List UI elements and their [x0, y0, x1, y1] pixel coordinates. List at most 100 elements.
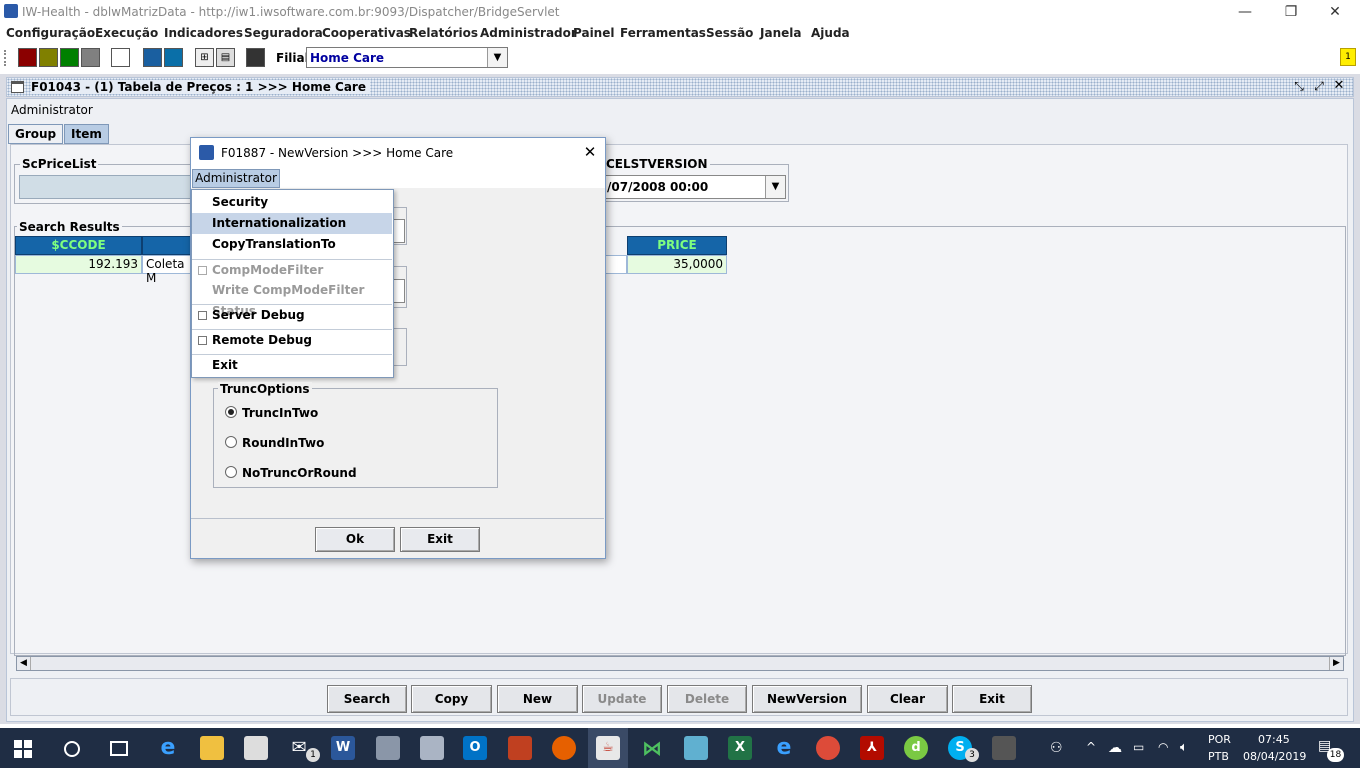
dialog-close-icon[interactable]: ✕ [581, 143, 599, 161]
chevron-up-icon[interactable]: ^ [1086, 740, 1096, 754]
column-header-price[interactable]: PRICE [627, 236, 727, 255]
keyboard-layout[interactable]: PTB [1208, 750, 1229, 763]
ie-icon[interactable]: e [772, 736, 796, 760]
task-view-icon[interactable] [110, 741, 128, 756]
tree-view-icon[interactable]: ⊞ [195, 48, 214, 67]
chevron-down-icon[interactable]: ▼ [487, 48, 507, 67]
dialog-field-1[interactable] [392, 207, 407, 245]
menu-execucao[interactable]: Execução [95, 26, 158, 40]
scroll-right-icon[interactable]: ▶ [1329, 657, 1343, 670]
people-icon[interactable]: ⚇ [1050, 740, 1063, 756]
visual-studio-icon[interactable]: ⋈ [640, 736, 664, 760]
color-swatch-darkred[interactable] [18, 48, 37, 67]
java-icon[interactable]: ☕ [596, 736, 620, 760]
menu-seguradora[interactable]: Seguradora [244, 26, 323, 40]
close-button[interactable]: ✕ [1312, 2, 1358, 22]
checkbox-icon[interactable] [198, 336, 207, 345]
column-header-code[interactable]: $CCODE [15, 236, 142, 255]
menu-painel[interactable]: Painel [573, 26, 614, 40]
color-swatch-blue[interactable] [143, 48, 162, 67]
exit-button[interactable]: Exit [952, 685, 1032, 713]
dialog-menu-administrator[interactable]: Administrator [192, 169, 280, 188]
dialog-exit-button[interactable]: Exit [400, 527, 480, 552]
chrome-icon[interactable] [816, 736, 840, 760]
menu-item-remote-debug[interactable]: Remote Debug [192, 329, 392, 350]
tab-item[interactable]: Item [64, 124, 109, 144]
battery-icon[interactable]: ▭ [1133, 740, 1144, 754]
language-indicator[interactable]: POR [1208, 733, 1231, 746]
dialog-field-2[interactable] [392, 266, 407, 308]
cell-code[interactable]: 192.193 [15, 255, 142, 274]
copy-button[interactable]: Copy [411, 685, 492, 713]
menu-item-exit[interactable]: Exit [192, 354, 392, 375]
menu-relatorios[interactable]: Relatórios [409, 26, 478, 40]
horizontal-scrollbar[interactable]: ◀ ▶ [16, 656, 1344, 671]
volume-icon[interactable]: 🔈︎ [1180, 740, 1188, 755]
radio-round-in-two[interactable] [225, 436, 237, 448]
color-swatch-green[interactable] [60, 48, 79, 67]
menu-item-internationalization[interactable]: Internationalization [192, 213, 392, 234]
radio-trunc-in-two[interactable] [225, 406, 237, 418]
color-swatch-black[interactable] [246, 48, 265, 67]
app-chart-icon[interactable] [508, 736, 532, 760]
delete-button[interactable]: Delete [667, 685, 747, 713]
app-tool-icon[interactable] [376, 736, 400, 760]
menu-janela[interactable]: Janela [760, 26, 801, 40]
color-swatch-gray[interactable] [81, 48, 100, 67]
menu-administrador[interactable]: Administrador [480, 26, 577, 40]
app-notes-icon[interactable] [684, 736, 708, 760]
file-explorer-icon[interactable] [200, 736, 224, 760]
scpricelist-field[interactable] [19, 175, 194, 199]
store-icon[interactable] [244, 736, 268, 760]
filial-select[interactable]: Home Care ▼ [306, 47, 508, 68]
color-swatch-olive[interactable] [39, 48, 58, 67]
frame-iconify-icon[interactable]: ⤡ [1291, 79, 1307, 95]
notification-badge[interactable]: 1 [1340, 48, 1356, 66]
update-button[interactable]: Update [582, 685, 662, 713]
clock-date[interactable]: 08/04/2019 [1243, 750, 1306, 763]
outlook-icon[interactable]: O [463, 736, 487, 760]
menu-ferramentas[interactable]: Ferramentas [620, 26, 706, 40]
version-select[interactable]: /07/2008 00:00 ▼ [604, 175, 786, 199]
menu-indicadores[interactable]: Indicadores [164, 26, 243, 40]
chevron-down-icon[interactable]: ▼ [765, 176, 785, 198]
menu-item-security[interactable]: Security [192, 192, 392, 213]
menu-sessao[interactable]: Sessão [706, 26, 753, 40]
search-circle-icon[interactable] [64, 741, 80, 757]
restore-button[interactable]: ❐ [1268, 2, 1314, 22]
acrobat-icon[interactable]: ⅄ [860, 736, 884, 760]
menu-ajuda[interactable]: Ajuda [811, 26, 850, 40]
menu-configuracao[interactable]: Configuração [6, 26, 95, 40]
radio-no-trunc[interactable] [225, 466, 237, 478]
word-icon[interactable]: W [331, 736, 355, 760]
newversion-button[interactable]: NewVersion [752, 685, 862, 713]
color-swatch-teal[interactable] [164, 48, 183, 67]
menu-item-server-debug[interactable]: Server Debug [192, 304, 392, 325]
frame-maximize-icon[interactable]: ⤢ [1311, 79, 1327, 95]
menu-cooperativas[interactable]: Cooperativas [322, 26, 411, 40]
cell-price[interactable]: 35,0000 [627, 255, 727, 274]
onedrive-icon[interactable]: ☁ [1108, 740, 1122, 756]
search-button[interactable]: Search [327, 685, 407, 713]
clock-time[interactable]: 07:45 [1258, 733, 1290, 746]
wifi-icon[interactable]: ◠ [1158, 740, 1168, 754]
calculator-icon[interactable] [992, 736, 1016, 760]
color-swatch-white[interactable] [111, 48, 130, 67]
minimize-button[interactable]: — [1222, 2, 1268, 22]
checkbox-icon[interactable] [198, 311, 207, 320]
app-printer-icon[interactable] [420, 736, 444, 760]
menu-item-copy-translation[interactable]: CopyTranslationTo [192, 234, 392, 255]
clear-button[interactable]: Clear [867, 685, 948, 713]
app-green-icon[interactable]: d [904, 736, 928, 760]
ok-button[interactable]: Ok [315, 527, 395, 552]
app-title-bar: IW-Health - dblwMatrizData - http://iw1.… [0, 0, 1360, 24]
tab-group[interactable]: Group [8, 124, 64, 144]
frame-close-icon[interactable]: ✕ [1331, 78, 1347, 94]
excel-icon[interactable]: X [728, 736, 752, 760]
firefox-icon[interactable] [552, 736, 576, 760]
start-windows-icon[interactable] [14, 740, 32, 758]
edge-icon[interactable]: e [156, 736, 180, 760]
new-button[interactable]: New [497, 685, 578, 713]
scroll-left-icon[interactable]: ◀ [17, 657, 31, 670]
window-list-icon[interactable]: ▤ [216, 48, 235, 67]
